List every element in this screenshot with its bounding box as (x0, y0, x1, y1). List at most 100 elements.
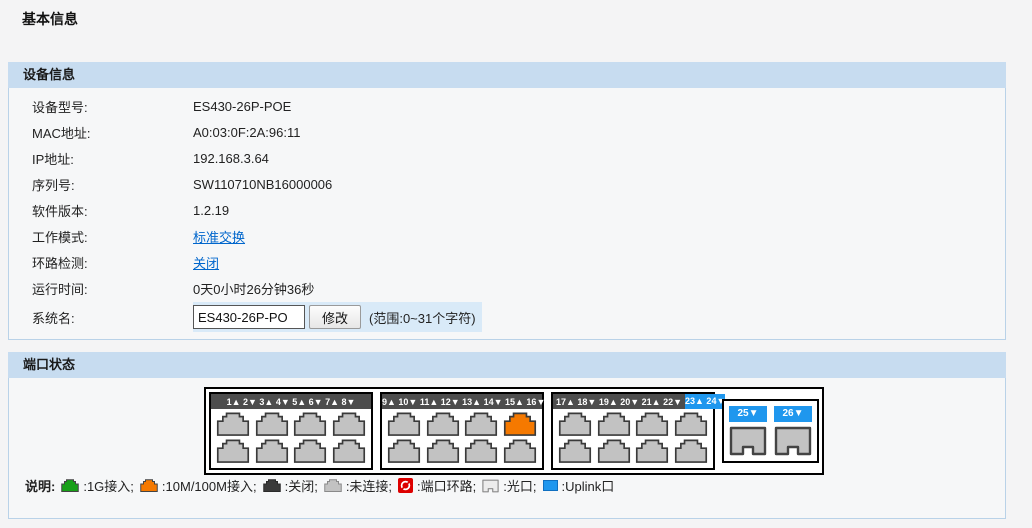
ip-address-label: IP地址: (32, 149, 193, 168)
port-11[interactable] (426, 412, 460, 436)
port-group-17-24-header: 17▲ 18▼ 19▲ 20▼ 21▲ 22▼ 23▲ 24▼ (553, 394, 713, 409)
software-version-label: 软件版本: (32, 201, 193, 220)
ip-address-value: 192.168.3.64 (193, 151, 269, 166)
port-22-icon (637, 440, 667, 462)
port-15[interactable] (503, 412, 537, 436)
port-23-icon (676, 413, 706, 435)
row-mac-address: MAC地址: A0:03:0F:2A:96:11 (9, 119, 1005, 145)
rj45-gray-icon (324, 479, 342, 492)
basic-info-page: 基本信息 设备信息 设备型号: ES430-26P-POE MAC地址: A0:… (0, 0, 1032, 528)
legend-item-1g: :1G接入; (61, 476, 134, 495)
port-group-uplink-header-label: 23▲ 24▼ (685, 394, 725, 409)
legend-item-disconnected: :未连接; (324, 476, 392, 495)
port-status-body: 1▲ 2▼ 3▲ 4▼ 5▲ 6▼ 7▲ 8▼ (8, 378, 1006, 519)
port-1[interactable] (216, 412, 250, 436)
port-24[interactable] (674, 439, 708, 463)
device-info-section-header: 设备信息 (8, 62, 1006, 88)
system-name-group: 修改 (范围:0~31个字符) (193, 302, 482, 332)
legend-item-closed: :关闭; (263, 476, 318, 495)
port-7[interactable] (332, 412, 366, 436)
legend-label-closed: :关闭; (285, 476, 318, 495)
port-20[interactable] (597, 439, 631, 463)
work-mode-label: 工作模式: (32, 227, 193, 246)
port-8-icon (334, 440, 364, 462)
port-status-section-header: 端口状态 (8, 352, 1006, 378)
sfp-light-icon (482, 479, 499, 493)
port-24-icon (676, 440, 706, 462)
uptime-label: 运行时间: (32, 279, 193, 298)
port-diagram: 1▲ 2▼ 3▲ 4▼ 5▲ 6▼ 7▲ 8▼ (204, 387, 824, 475)
sfp-port-25-column: 25▼ (729, 406, 767, 456)
port-20-icon (598, 440, 628, 462)
port-26[interactable] (774, 426, 812, 456)
port-3-icon (256, 413, 286, 435)
legend-label-disconnected: :未连接; (346, 476, 392, 495)
port-16-icon (505, 440, 535, 462)
rj45-orange-icon (140, 479, 158, 492)
row-ip-address: IP地址: 192.168.3.64 (9, 145, 1005, 171)
legend-label-uplink: :Uplink口 (562, 476, 615, 495)
port-14[interactable] (464, 439, 498, 463)
port-15-icon (505, 413, 535, 435)
port-3[interactable] (255, 412, 289, 436)
port-10[interactable] (387, 439, 421, 463)
port-group-17-24: 17▲ 18▼ 19▲ 20▼ 21▲ 22▼ 23▲ 24▼ (551, 392, 715, 470)
port-12[interactable] (426, 439, 460, 463)
port-7-icon (334, 413, 364, 435)
port-2[interactable] (216, 439, 250, 463)
loop-detect-link[interactable]: 关闭 (193, 256, 219, 271)
rj45-green-icon (61, 479, 79, 492)
port-21[interactable] (635, 412, 669, 436)
port-17[interactable] (558, 412, 592, 436)
port-5[interactable] (293, 412, 327, 436)
device-info-panel: 设备信息 设备型号: ES430-26P-POE MAC地址: A0:03:0F… (8, 62, 1006, 340)
port-14-icon (466, 440, 496, 462)
port-25-header: 25▼ (729, 406, 767, 422)
port-18-icon (560, 440, 590, 462)
port-9-icon (389, 413, 419, 435)
mac-address-label: MAC地址: (32, 123, 193, 142)
port-6[interactable] (293, 439, 327, 463)
uptime-value: 0天0小时26分钟36秒 (193, 279, 314, 298)
row-serial-number: 序列号: SW110710NB16000006 (9, 171, 1005, 197)
port-22[interactable] (635, 439, 669, 463)
legend-item-uplink: :Uplink口 (543, 476, 615, 495)
port-12-icon (427, 440, 457, 462)
port-group-9-16-header: 9▲ 10▼ 11▲ 12▼ 13▲ 14▼ 15▲ 16▼ (382, 394, 542, 409)
port-11-icon (427, 413, 457, 435)
sfp-port-26-column: 26▼ (774, 406, 812, 456)
port-25-icon (731, 428, 765, 454)
row-uptime: 运行时间: 0天0小时26分钟36秒 (9, 275, 1005, 301)
port-4-icon (256, 440, 286, 462)
serial-number-label: 序列号: (32, 175, 193, 194)
system-name-input[interactable] (193, 305, 305, 329)
port-6-icon (295, 440, 325, 462)
uplink-blue-icon (543, 480, 558, 491)
port-19[interactable] (597, 412, 631, 436)
system-name-hint: (范围:0~31个字符) (369, 308, 476, 327)
legend-label-fiber: :光口; (503, 476, 536, 495)
serial-number-value: SW110710NB16000006 (193, 177, 332, 192)
port-5-icon (295, 413, 325, 435)
modify-button[interactable]: 修改 (309, 305, 361, 329)
row-device-model: 设备型号: ES430-26P-POE (9, 93, 1005, 119)
port-17-icon (560, 413, 590, 435)
port-legend: 说明: :1G接入; :10M/100M接入; :关闭; :未连接; (25, 476, 620, 495)
legend-title: 说明: (25, 476, 55, 495)
work-mode-link[interactable]: 标准交换 (193, 230, 245, 245)
device-model-label: 设备型号: (32, 97, 193, 116)
row-loop-detect: 环路检测: 关闭 (9, 249, 1005, 275)
port-16[interactable] (503, 439, 537, 463)
port-26-icon (776, 428, 810, 454)
port-25[interactable] (729, 426, 767, 456)
port-8[interactable] (332, 439, 366, 463)
port-21-icon (637, 413, 667, 435)
loop-red-icon (398, 478, 413, 493)
port-9[interactable] (387, 412, 421, 436)
row-software-version: 软件版本: 1.2.19 (9, 197, 1005, 223)
port-23[interactable] (674, 412, 708, 436)
port-group-9-16-header-label: 9▲ 10▼ 11▲ 12▼ 13▲ 14▼ 15▲ 16▼ (382, 397, 545, 407)
port-4[interactable] (255, 439, 289, 463)
port-18[interactable] (558, 439, 592, 463)
port-13[interactable] (464, 412, 498, 436)
